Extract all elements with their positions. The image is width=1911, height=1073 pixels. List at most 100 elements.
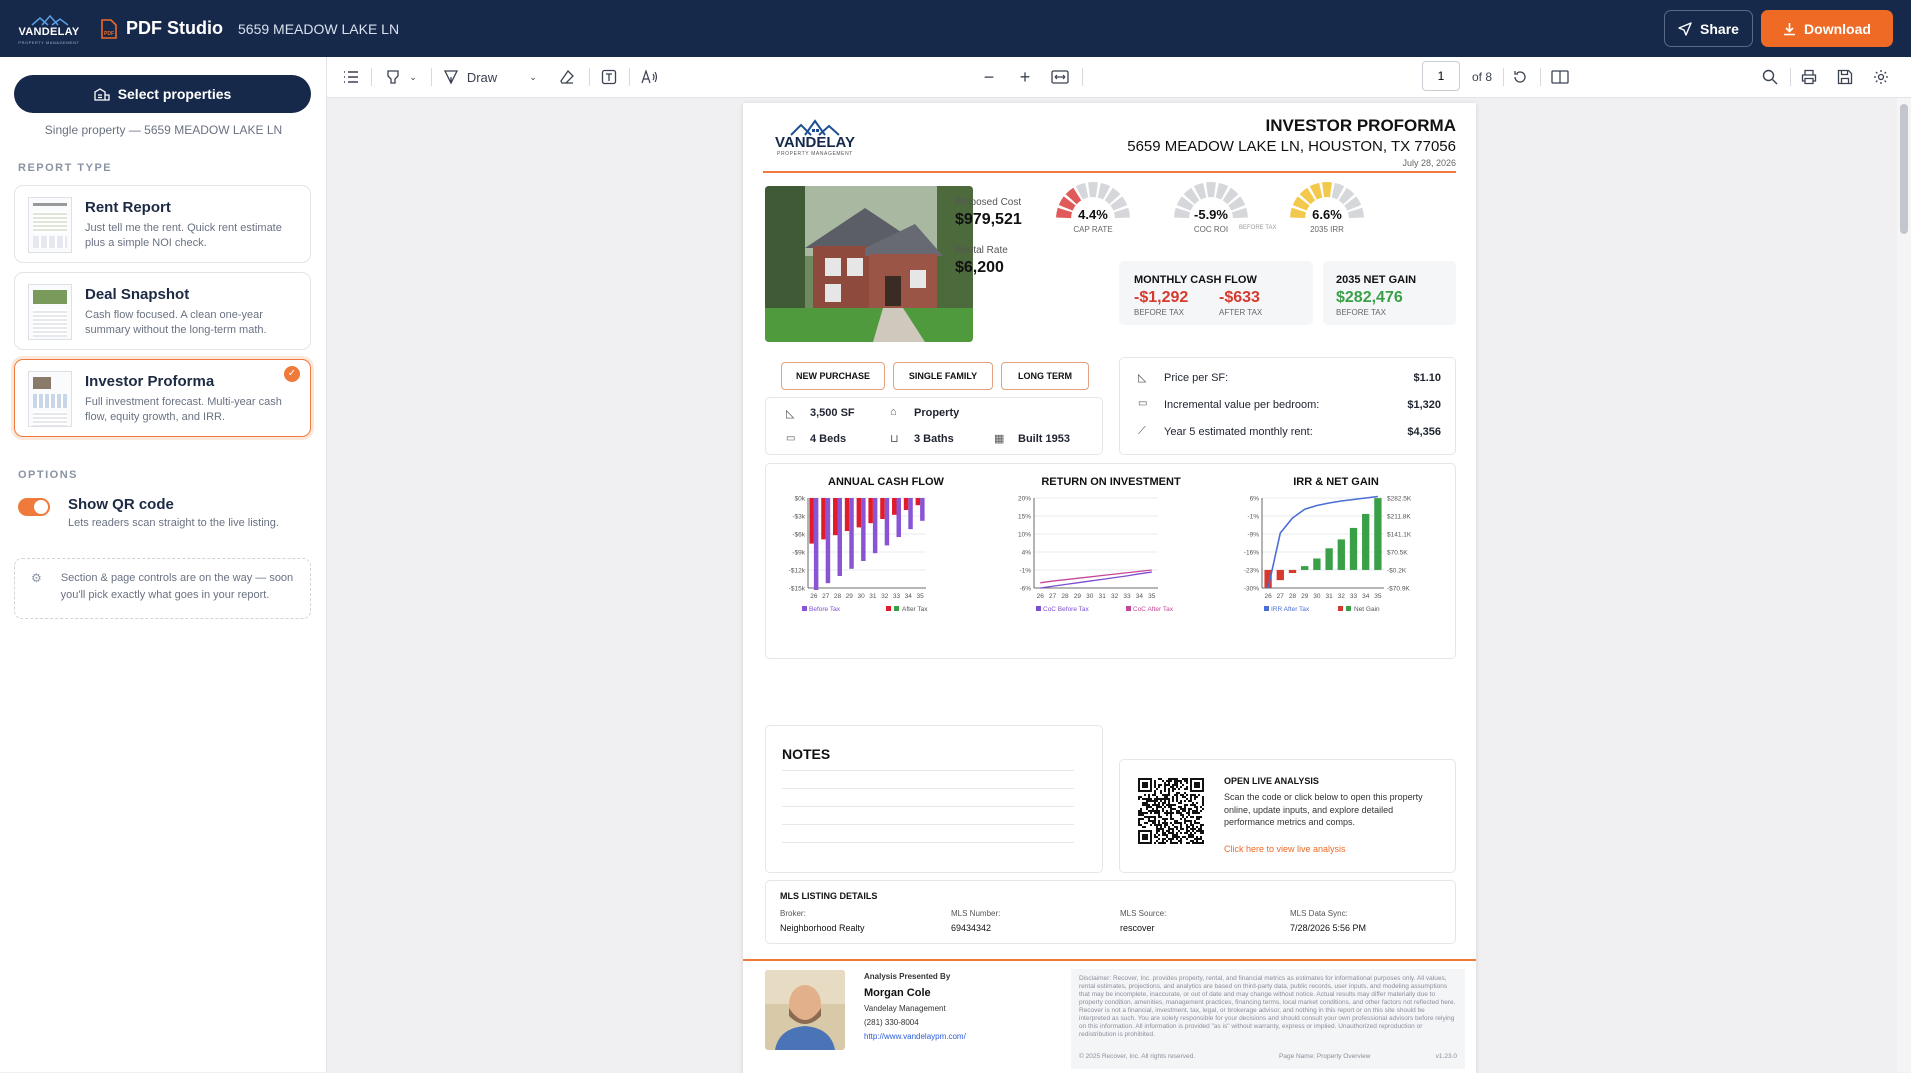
agent-website[interactable]: http://www.vandelaypm.com/ (864, 1032, 966, 1041)
text-box-button[interactable] (599, 67, 619, 87)
report-card-deal-snapshot[interactable]: Deal Snapshot Cash flow focused. A clean… (14, 272, 311, 350)
annual-cash-flow-chart: $0k -$3k -$6k -$9k -$12k -$15k 26 27 28 29 30 31 32 3… (789, 496, 929, 614)
report-card-investor-proforma[interactable]: Investor Proforma Full investment foreca… (14, 359, 311, 437)
outline-button[interactable] (341, 67, 361, 87)
print-button[interactable] (1799, 67, 1819, 87)
bar-after-tax (903, 498, 909, 510)
x-tick-label: 30 (857, 593, 865, 600)
rotate-icon (1514, 71, 1526, 83)
top-bar: VANDELAY PROPERTY MANAGEMENT PDF PDF Stu… (0, 0, 1911, 57)
highlighter-icon (387, 70, 399, 84)
legend-label: CoC After Tax (1133, 606, 1174, 613)
select-properties-button[interactable]: Select properties (14, 75, 311, 113)
gauge-segment (1206, 182, 1216, 198)
net-gain-bar (1325, 548, 1333, 570)
text-box-icon (601, 69, 617, 85)
legend-swatch (894, 606, 899, 611)
bar-before-tax (884, 498, 890, 546)
y-tick-label: -23% (1244, 568, 1259, 575)
draw-button[interactable]: Draw (442, 67, 498, 87)
read-aloud-button[interactable] (639, 67, 661, 87)
footer-divider (743, 959, 1476, 961)
show-qr-toggle[interactable] (18, 498, 50, 516)
settings-button[interactable] (1871, 67, 1891, 87)
live-analysis-link[interactable]: Click here to view live analysis (1224, 844, 1346, 854)
agent-phone: (281) 330-8004 (864, 1018, 919, 1027)
gauge-segment (1322, 182, 1332, 198)
show-qr-description: Lets readers scan straight to the live l… (68, 517, 279, 529)
draw-dropdown[interactable]: ⌄ (527, 67, 539, 87)
x-tick-label: 27 (822, 593, 830, 600)
disclaimer-box: Disclaimer: Recover, Inc. provides prope… (1071, 969, 1465, 1069)
x-tick-label: 35 (1374, 593, 1382, 600)
save-icon (1837, 69, 1853, 85)
qr-code[interactable] (1138, 778, 1204, 844)
share-button[interactable]: Share (1664, 10, 1753, 47)
charts-box: ANNUAL CASH FLOW RETURN ON INVESTMENT IR… (765, 463, 1456, 659)
x-tick-label: 26 (1037, 593, 1045, 600)
property-address: 5659 MEADOW LAKE LN (238, 21, 400, 37)
search-button[interactable] (1760, 67, 1780, 87)
printer-icon (1801, 69, 1817, 85)
net-gain-bar (1374, 498, 1382, 570)
highlight-button[interactable] (383, 67, 403, 87)
document-viewer[interactable]: VANDELAY PROPERTY MANAGEMENT INVESTOR PR… (327, 98, 1911, 1073)
selected-check-icon: ✓ (284, 366, 300, 382)
x-tick-label: 29 (846, 593, 854, 600)
cap-rate-gauge: 4.4% CAP RATE (1045, 177, 1141, 239)
report-title: INVESTOR PROFORMA (1265, 116, 1456, 135)
brand-logo[interactable]: VANDELAY PROPERTY MANAGEMENT (18, 13, 80, 45)
legend-label: CoC Before Tax (1043, 606, 1090, 613)
rotate-button[interactable] (1510, 67, 1530, 87)
bar-after-tax (915, 498, 921, 506)
eraser-button[interactable] (557, 67, 577, 87)
report-card-rent-report[interactable]: Rent Report Just tell me the rent. Quick… (14, 185, 311, 263)
download-button[interactable]: Download (1761, 10, 1893, 47)
net-gain-bar (1288, 569, 1297, 573)
bar-before-tax (908, 498, 913, 530)
area-icon: ◺ (1138, 372, 1147, 384)
tag-long-term: LONG TERM (1001, 362, 1089, 390)
net-gain-bar (1337, 539, 1345, 570)
chevron-down-icon: ⌄ (409, 71, 417, 82)
year5-rent-label: Year 5 estimated monthly rent: (1164, 426, 1313, 438)
fit-width-button[interactable] (1050, 67, 1070, 87)
irr-label: 2035 IRR (1310, 225, 1344, 234)
download-icon (1784, 22, 1796, 35)
coc-roi-value: -5.9% (1194, 207, 1228, 222)
square-feet: 3,500 SF (810, 407, 855, 419)
highlight-dropdown[interactable]: ⌄ (407, 67, 419, 87)
scrollbar-thumb[interactable] (1900, 104, 1908, 234)
home-icon: ⌂ (890, 406, 897, 418)
value-per-bedroom-label: Incremental value per bedroom: (1164, 399, 1320, 411)
vertical-scrollbar[interactable] (1897, 98, 1911, 1072)
agent-photo (765, 970, 845, 1050)
page-number-input[interactable] (1422, 61, 1460, 91)
y-tick-label: -$12k (789, 568, 806, 575)
y2-tick-label: $282.5K (1387, 496, 1412, 503)
x-tick-label: 28 (1289, 593, 1297, 600)
bar-before-tax (920, 498, 925, 521)
x-tick-label: 31 (1325, 593, 1333, 600)
page-view-button[interactable] (1550, 67, 1570, 87)
zoom-out-button[interactable]: − (979, 67, 999, 87)
mls-box: MLS LISTING DETAILS Broker: Neighborhood… (765, 880, 1456, 944)
investor-proforma-thumbnail (28, 371, 72, 427)
net-gain-title: 2035 NET GAIN (1336, 274, 1417, 286)
y-tick-label: -6% (1019, 586, 1031, 593)
brand-tagline: PROPERTY MANAGEMENT (18, 40, 80, 45)
investor-proforma-title: Investor Proforma (85, 373, 215, 390)
roi-chart-title: RETURN ON INVESTMENT (1041, 476, 1181, 488)
agent-company: Vandelay Management (864, 1004, 946, 1013)
x-tick-label: 35 (1148, 593, 1156, 600)
calendar-icon: ▦ (994, 433, 1005, 445)
plus-icon: + (1019, 66, 1031, 87)
bar-after-tax (833, 498, 838, 536)
copyright: © 2025 Recover, Inc. All rights reserved… (1079, 1053, 1196, 1060)
zoom-in-button[interactable]: + (1015, 67, 1035, 87)
bedrooms: 4 Beds (810, 433, 847, 445)
x-tick-label: 30 (1313, 593, 1321, 600)
save-button[interactable] (1835, 67, 1855, 87)
y-tick-label: -9% (1247, 532, 1259, 539)
live-analysis-title: OPEN LIVE ANALYSIS (1224, 776, 1319, 786)
